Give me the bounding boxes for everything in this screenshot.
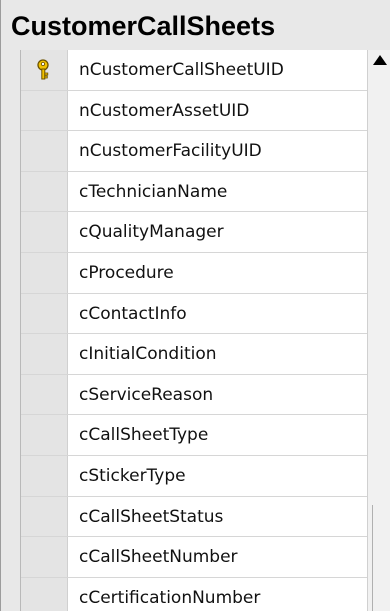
- column-row[interactable]: nCustomerFacilityUID: [21, 131, 367, 172]
- column-row[interactable]: cCertificationNumber: [21, 577, 367, 611]
- scroll-thumb[interactable]: [372, 74, 388, 504]
- column-name: nCustomerAssetUID: [79, 100, 250, 121]
- column-name: cCallSheetNumber: [79, 547, 238, 568]
- column-row[interactable]: cCallSheetNumber: [21, 537, 367, 578]
- row-selector[interactable]: [21, 415, 68, 455]
- column-list: nCustomerCallSheetUID nCustomerAssetUID …: [20, 50, 367, 611]
- column-row[interactable]: cTechnicianName: [21, 171, 367, 213]
- column-name: cCertificationNumber: [79, 587, 261, 608]
- row-selector[interactable]: [21, 577, 68, 611]
- column-name: cContactInfo: [79, 303, 187, 324]
- row-selector[interactable]: [21, 293, 68, 334]
- column-row[interactable]: nCustomerAssetUID: [21, 90, 367, 132]
- row-selector[interactable]: [21, 212, 68, 252]
- row-selector[interactable]: [21, 537, 68, 577]
- column-row[interactable]: cCallSheetStatus: [21, 496, 367, 538]
- row-selector[interactable]: [21, 252, 68, 293]
- column-name: cServiceReason: [79, 384, 214, 405]
- table-title: CustomerCallSheets: [11, 11, 276, 41]
- row-selector[interactable]: [21, 496, 68, 537]
- column-row[interactable]: cQualityManager: [21, 212, 367, 253]
- row-selector[interactable]: [21, 171, 68, 212]
- row-selector[interactable]: [21, 334, 68, 374]
- column-name: cStickerType: [79, 465, 186, 486]
- table-designer-panel: CustomerCallSheets nCustomerCallSheetUID…: [0, 0, 390, 611]
- row-selector[interactable]: [21, 90, 68, 131]
- key-icon: [37, 59, 49, 80]
- column-name: cCallSheetType: [79, 425, 209, 446]
- column-name: cInitialCondition: [79, 344, 217, 365]
- column-name: cTechnicianName: [79, 181, 228, 202]
- triangle-up-icon: [373, 55, 387, 65]
- column-row[interactable]: cStickerType: [21, 455, 367, 497]
- scroll-track-divider: [372, 505, 373, 611]
- scroll-up-button[interactable]: [368, 50, 390, 74]
- row-selector[interactable]: [21, 455, 68, 496]
- row-selector[interactable]: [21, 50, 68, 90]
- column-row[interactable]: cProcedure: [21, 252, 367, 294]
- column-name: cCallSheetStatus: [79, 506, 224, 527]
- column-row[interactable]: cCallSheetType: [21, 415, 367, 456]
- column-row[interactable]: cContactInfo: [21, 293, 367, 335]
- column-name: nCustomerCallSheetUID: [79, 60, 284, 80]
- column-row[interactable]: cServiceReason: [21, 374, 367, 416]
- column-name: nCustomerFacilityUID: [79, 141, 262, 162]
- row-selector[interactable]: [21, 131, 68, 171]
- column-name: cQualityManager: [79, 222, 224, 243]
- column-row[interactable]: cInitialCondition: [21, 334, 367, 375]
- column-name: cProcedure: [79, 262, 174, 283]
- row-selector[interactable]: [21, 374, 68, 415]
- vertical-scrollbar[interactable]: [367, 50, 390, 611]
- column-row[interactable]: nCustomerCallSheetUID: [21, 50, 367, 91]
